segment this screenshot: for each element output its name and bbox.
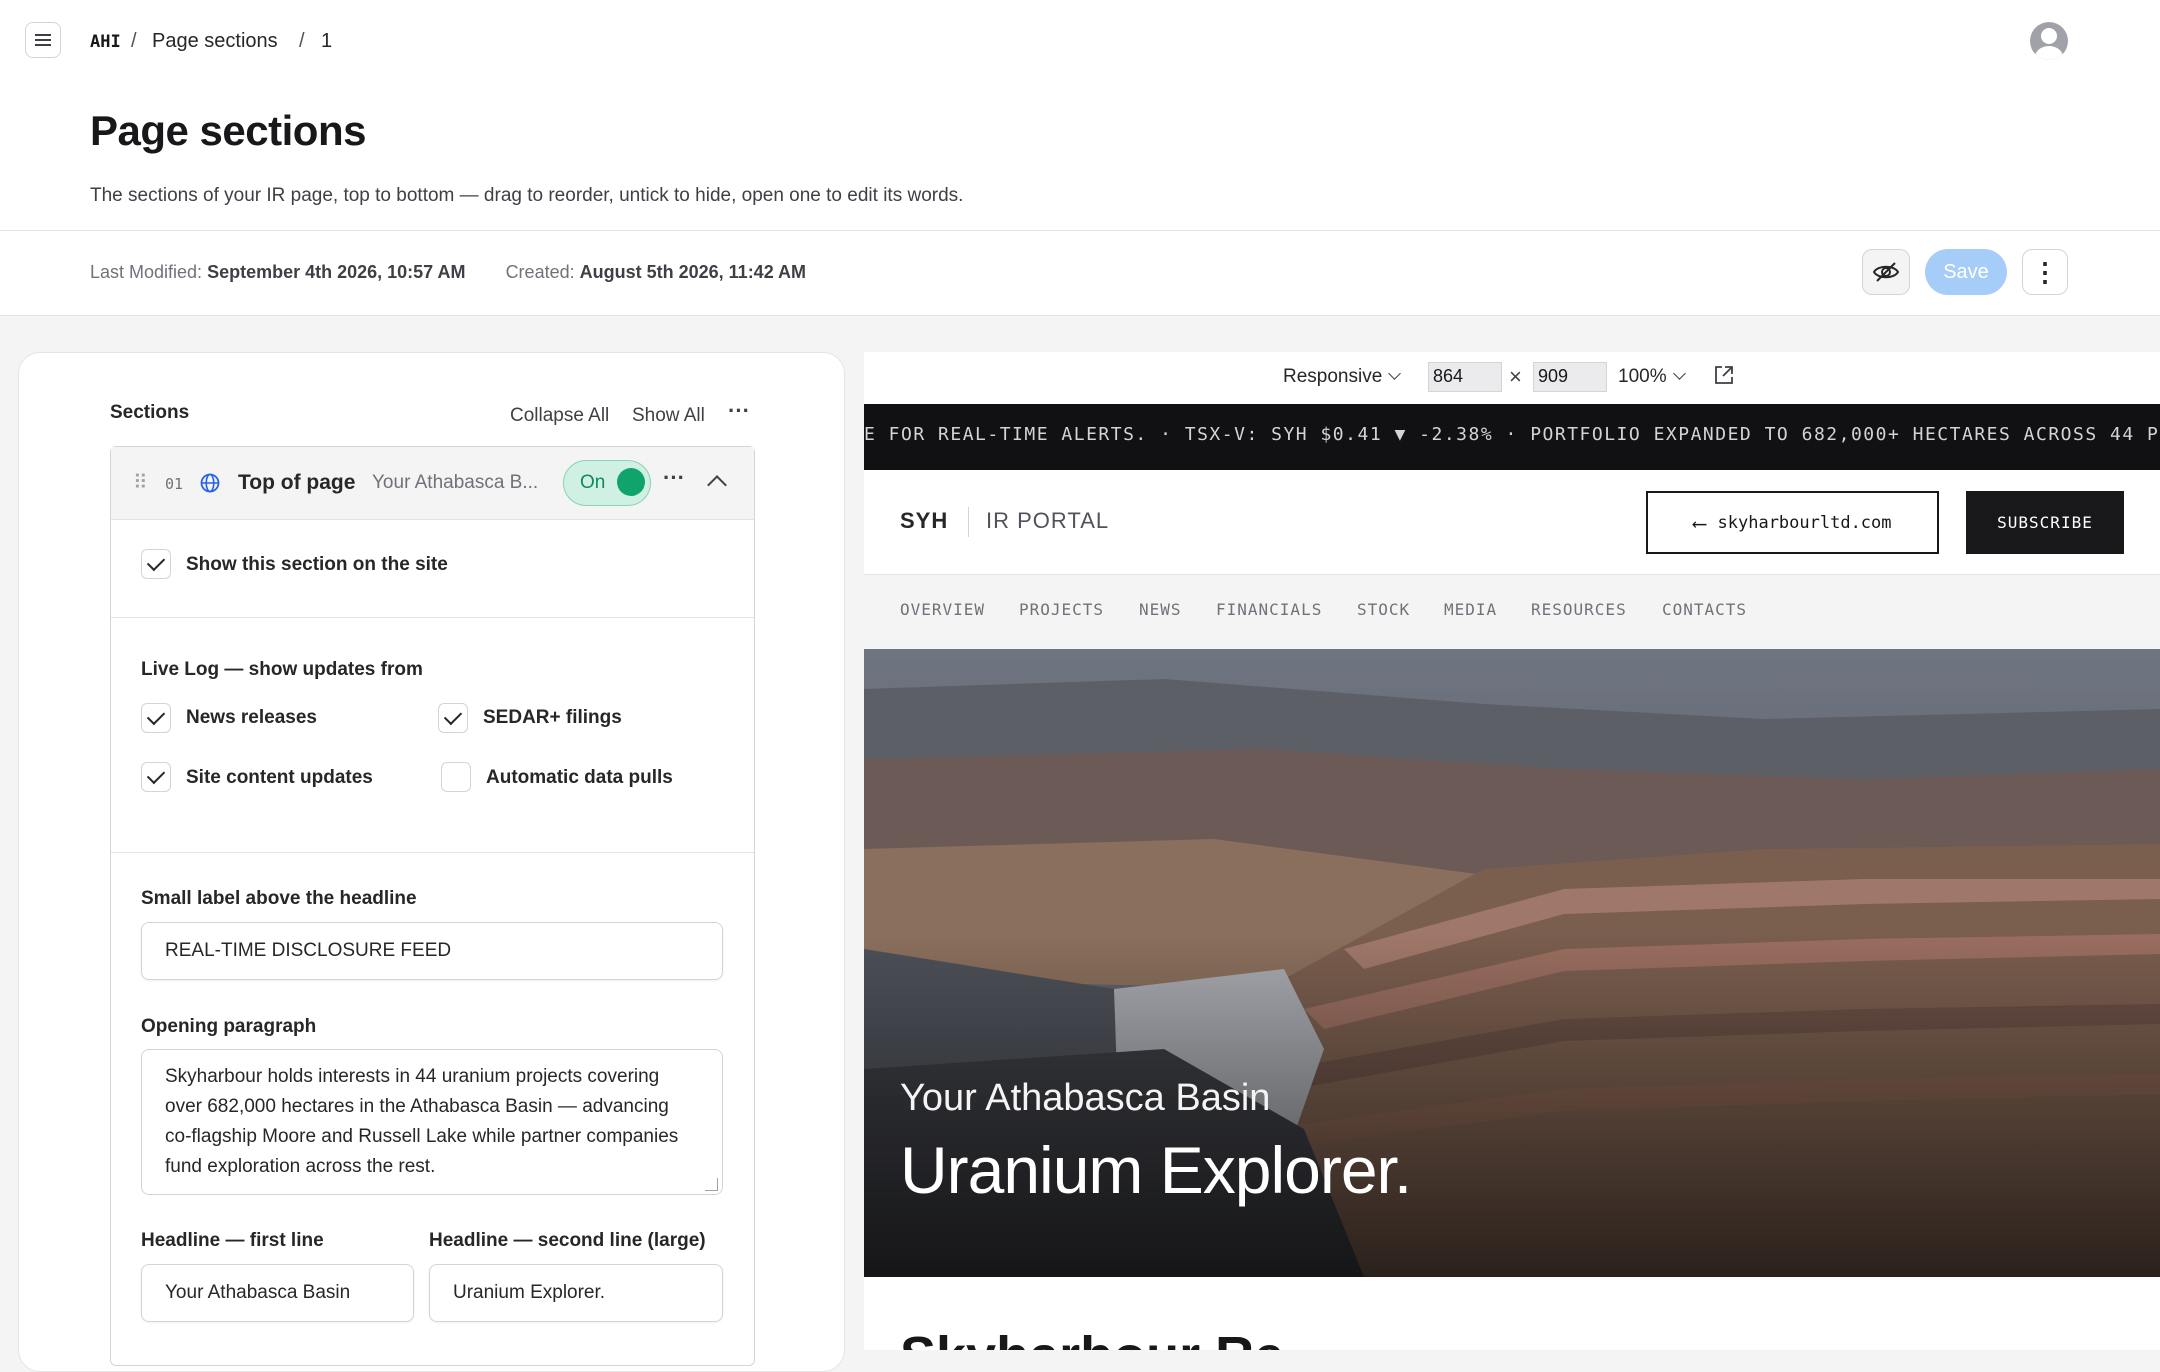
section-number: 01 xyxy=(165,475,184,493)
sedar-filings-checkbox[interactable] xyxy=(438,703,468,733)
company-site-link-button[interactable]: ⟵ skyharbourltd.com xyxy=(1646,491,1939,554)
news-releases-label: News releases xyxy=(186,707,317,728)
divider xyxy=(111,852,754,853)
show-section-checkbox[interactable] xyxy=(141,549,171,579)
automatic-data-pulls-checkbox[interactable] xyxy=(441,762,471,792)
hamburger-icon xyxy=(35,34,51,46)
nav-item-media[interactable]: MEDIA xyxy=(1444,600,1497,619)
created-label: Created: xyxy=(505,262,575,282)
preview-height-input[interactable]: 909 xyxy=(1533,362,1607,392)
meta-info: Last Modified: September 4th 2026, 10:57… xyxy=(90,262,806,283)
headline-second-input[interactable]: Uranium Explorer. xyxy=(429,1264,723,1322)
logo-divider xyxy=(968,507,969,537)
zoom-select[interactable]: 100% xyxy=(1618,366,1686,388)
breadcrumb-separator: / xyxy=(299,30,305,52)
eye-off-icon xyxy=(1872,262,1900,282)
device-select-value: Responsive xyxy=(1283,366,1383,387)
nav-item-projects[interactable]: PROJECTS xyxy=(1019,600,1104,619)
headline-first-title: Headline — first line xyxy=(141,1230,324,1251)
opening-paragraph-title: Opening paragraph xyxy=(141,1016,317,1037)
site-content-updates-checkbox[interactable] xyxy=(141,762,171,792)
site-logo[interactable]: SYH xyxy=(900,508,948,534)
small-label-input[interactable]: REAL-TIME DISCLOSURE FEED xyxy=(141,922,723,980)
device-select[interactable]: Responsive xyxy=(1283,366,1402,388)
news-releases-checkbox[interactable] xyxy=(141,703,171,733)
headline-first-input[interactable]: Your Athabasca Basin xyxy=(141,1264,414,1322)
times-icon: × xyxy=(1509,364,1522,389)
last-modified-value: September 4th 2026, 10:57 AM xyxy=(207,262,466,282)
hero-title: Uranium Explorer. xyxy=(900,1133,1412,1207)
stock-ticker: E FOR REAL-TIME ALERTS. · TSX-V: SYH $0.… xyxy=(864,404,2160,470)
hide-preview-button[interactable] xyxy=(1862,249,1910,295)
page-description: The sections of your IR page, top to bot… xyxy=(90,185,964,206)
show-section-label: Show this section on the site xyxy=(186,554,448,575)
nav-item-stock[interactable]: STOCK xyxy=(1357,600,1410,619)
avatar[interactable] xyxy=(2030,22,2068,60)
arrow-left-icon: ⟵ xyxy=(1693,510,1706,535)
nav-item-resources[interactable]: RESOURCES xyxy=(1531,600,1627,619)
created-value: August 5th 2026, 11:42 AM xyxy=(579,262,807,282)
toggle-label: On xyxy=(580,472,606,493)
show-all-button[interactable]: Show All xyxy=(632,405,705,427)
subscribe-button[interactable]: SUBSCRIBE xyxy=(1966,491,2124,554)
headline-second-title: Headline — second line (large) xyxy=(429,1230,706,1251)
nav-item-financials[interactable]: FINANCIALS xyxy=(1216,600,1322,619)
nav-item-overview[interactable]: OVERVIEW xyxy=(900,600,985,619)
menu-button[interactable] xyxy=(25,22,61,58)
site-portal-label: IR PORTAL xyxy=(986,508,1110,533)
breadcrumb-separator: / xyxy=(131,30,137,52)
ticker-text: E FOR REAL-TIME ALERTS. · TSX-V: SYH $0.… xyxy=(864,424,2160,445)
drag-handle-icon[interactable]: ⠿ xyxy=(133,470,148,495)
save-button[interactable]: Save xyxy=(1925,249,2007,295)
external-link-icon[interactable] xyxy=(1713,364,1735,386)
chevron-down-icon xyxy=(1388,367,1402,380)
automatic-data-pulls-label: Automatic data pulls xyxy=(486,767,673,788)
globe-icon xyxy=(200,473,220,493)
more-options-button[interactable]: ⋮ xyxy=(2022,249,2068,295)
page-title: Page sections xyxy=(90,107,366,154)
breadcrumb-org[interactable]: AHI xyxy=(90,32,121,52)
user-icon xyxy=(2041,28,2057,44)
toggle-knob xyxy=(617,468,645,496)
nav-item-contacts[interactable]: CONTACTS xyxy=(1662,600,1747,619)
sections-more-button[interactable]: ··· xyxy=(728,398,750,424)
breadcrumb-item: 1 xyxy=(321,30,333,52)
opening-paragraph-textarea[interactable]: Skyharbour holds interests in 44 uranium… xyxy=(141,1049,723,1195)
section-name: Top of page xyxy=(238,471,356,494)
sedar-filings-label: SEDAR+ filings xyxy=(483,707,622,728)
hero-subtitle: Your Athabasca Basin xyxy=(900,1077,1271,1119)
preview-width-input[interactable]: 864 xyxy=(1428,362,1502,392)
below-hero-section: Skyharbour Re xyxy=(864,1277,2160,1350)
resize-handle-icon[interactable] xyxy=(705,1178,718,1191)
section-heading: Skyharbour Re xyxy=(900,1325,1284,1350)
zoom-select-value: 100% xyxy=(1618,366,1667,387)
site-content-updates-label: Site content updates xyxy=(186,767,373,788)
breadcrumb-page[interactable]: Page sections xyxy=(152,30,278,53)
company-site-link-text: skyharbourltd.com xyxy=(1717,512,1892,533)
live-log-title: Live Log — show updates from xyxy=(141,659,423,680)
chevron-down-icon xyxy=(1672,367,1686,380)
small-label-title: Small label above the headline xyxy=(141,888,417,909)
divider xyxy=(111,617,754,618)
nav-item-news[interactable]: NEWS xyxy=(1139,600,1182,619)
collapse-all-button[interactable]: Collapse All xyxy=(510,405,609,427)
sections-title: Sections xyxy=(110,402,190,423)
last-modified-label: Last Modified: xyxy=(90,262,203,282)
section-more-button[interactable]: ··· xyxy=(663,465,685,491)
section-preview-text: Your Athabasca B... xyxy=(372,472,539,493)
